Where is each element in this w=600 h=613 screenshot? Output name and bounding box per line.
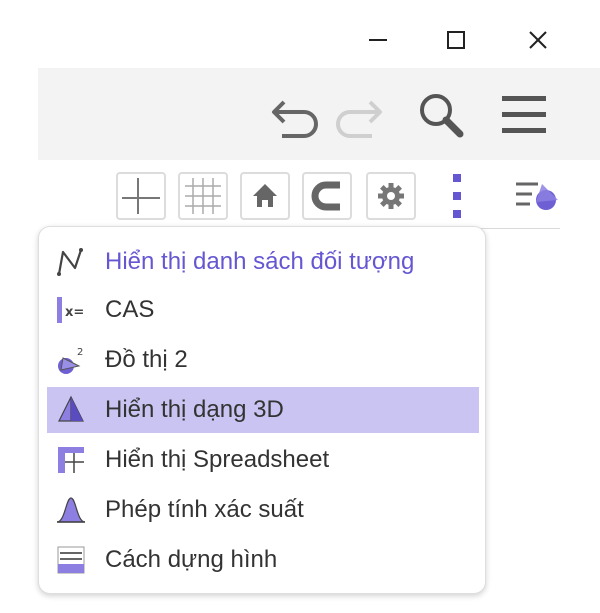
axes-icon — [122, 178, 160, 214]
menu-item-cas[interactable]: x= CAS — [47, 287, 479, 333]
algebra-style-icon — [516, 182, 558, 210]
menu-item-construction-protocol[interactable]: Cách dựng hình — [47, 537, 479, 583]
menu-item-label: CAS — [105, 296, 155, 323]
more-options-button[interactable] — [444, 172, 470, 220]
menu-icon — [502, 96, 546, 133]
close-button[interactable] — [516, 18, 560, 62]
3d-graphics-icon — [49, 387, 93, 433]
toggle-axes-button[interactable] — [116, 172, 166, 220]
toggle-grid-button[interactable] — [178, 172, 228, 220]
menu-item-graphics-2[interactable]: 2 Đồ thị 2 — [47, 337, 479, 383]
menu-item-label: Hiển thị Spreadsheet — [105, 446, 330, 473]
standard-view-button[interactable] — [240, 172, 290, 220]
algebra-view-icon — [49, 239, 93, 285]
spreadsheet-icon — [49, 437, 93, 483]
maximize-button[interactable] — [434, 18, 478, 62]
more-vertical-icon — [453, 174, 461, 218]
menu-item-label: Hiển thị dạng 3D — [105, 396, 284, 423]
main-menu-button[interactable] — [494, 86, 554, 142]
undo-icon — [272, 100, 318, 138]
view-menu: Hiển thị danh sách đối tượng x= CAS 2 Đồ… — [38, 226, 486, 594]
menu-item-label: Phép tính xác suất — [105, 496, 304, 523]
close-icon — [529, 31, 547, 49]
minimize-icon — [369, 39, 387, 41]
undo-button[interactable] — [266, 86, 326, 142]
maximize-icon — [447, 31, 465, 49]
menu-item-algebra-view[interactable]: Hiển thị danh sách đối tượng — [47, 239, 479, 285]
probability-icon — [49, 487, 93, 533]
menu-item-probability[interactable]: Phép tính xác suất — [47, 487, 479, 533]
menu-item-3d-graphics[interactable]: Hiển thị dạng 3D — [47, 387, 479, 433]
menu-item-label: Đồ thị 2 — [105, 346, 188, 373]
minimize-button[interactable] — [356, 18, 400, 62]
menu-item-label: Hiển thị danh sách đối tượng — [105, 248, 415, 275]
home-icon — [253, 184, 277, 207]
grid-icon — [185, 178, 221, 214]
point-capturing-button[interactable] — [302, 172, 352, 220]
construction-protocol-icon — [49, 537, 93, 583]
menu-item-spreadsheet[interactable]: Hiển thị Spreadsheet — [47, 437, 479, 483]
style-bar-button[interactable] — [512, 174, 560, 218]
search-icon — [420, 94, 464, 138]
settings-icon — [378, 183, 404, 209]
magnet-icon — [311, 181, 340, 211]
search-button[interactable] — [410, 86, 470, 142]
redo-button[interactable] — [328, 86, 388, 142]
cas-icon: x= — [49, 287, 93, 333]
svg-text:2: 2 — [77, 347, 83, 358]
svg-text:x=: x= — [65, 305, 84, 320]
graphics2-icon: 2 — [49, 337, 93, 383]
graphics-settings-button[interactable] — [366, 172, 416, 220]
redo-icon — [336, 100, 382, 138]
menu-item-label: Cách dựng hình — [105, 546, 278, 573]
